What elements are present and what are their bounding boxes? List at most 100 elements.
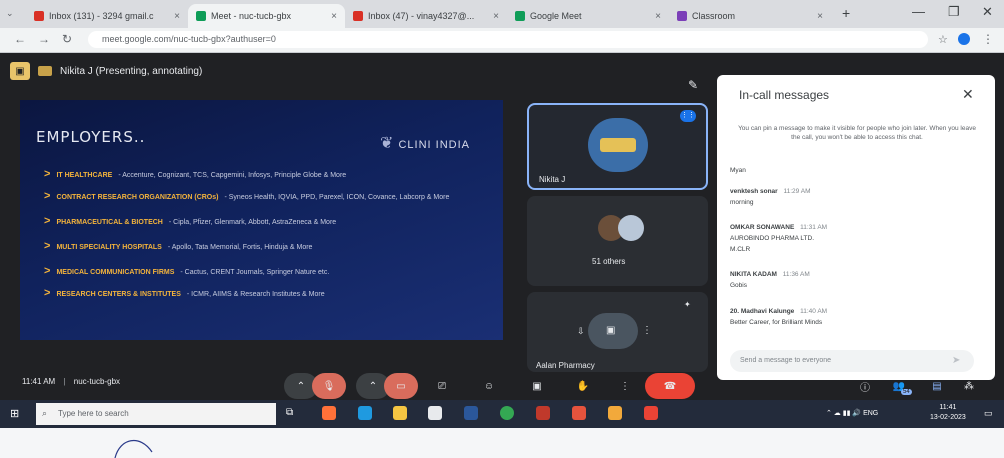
meeting-info-icon[interactable]: ⓘ (848, 373, 882, 399)
slide-bullet: > MEDICAL COMMUNICATION FIRMS - Cactus, … (44, 265, 329, 277)
close-tab-icon[interactable]: × (493, 11, 499, 22)
slide-title: EMPLOYERS.. (36, 128, 146, 146)
search-icon: ⌕ (42, 408, 48, 418)
message-sender: OMKAR SONAWANE (730, 224, 795, 231)
tab-google-meet[interactable]: Google Meet × (507, 4, 669, 28)
participant-avatar-emblem (600, 138, 636, 152)
message-sender: venktesh sonar (730, 188, 778, 195)
clini-india-logo: ❦ CLINI INDIA (380, 133, 470, 153)
chevron-right-icon: > (44, 265, 51, 277)
send-icon[interactable]: ➤ (952, 355, 960, 366)
app-icon[interactable] (608, 406, 622, 420)
url-input[interactable]: meet.google.com/nuc-tucb-gbx?authuser=0 (88, 31, 928, 48)
forward-icon[interactable]: → (38, 32, 50, 46)
taskbar-search-input[interactable]: Type here to search (36, 403, 276, 425)
pin-icon[interactable]: ⇩ (577, 326, 585, 337)
captions-icon[interactable]: ⎚ (425, 373, 459, 399)
close-tab-icon[interactable]: × (817, 11, 823, 22)
camera-off-icon[interactable]: ▭ (384, 373, 418, 399)
tab-classroom[interactable]: Classroom × (669, 4, 831, 28)
file-explorer-icon[interactable] (393, 406, 407, 420)
menu-dots-icon[interactable]: ⋮ (982, 32, 994, 46)
tab-label: Inbox (47) - vinay4327@... (368, 11, 475, 21)
clock-date: 13-02-2023 (930, 414, 966, 421)
message-text: AUROBINDO PHARMA LTD. (730, 235, 815, 242)
chat-message-input[interactable]: Send a message to everyone (730, 350, 974, 372)
close-tab-icon[interactable]: × (331, 11, 337, 22)
reload-icon[interactable]: ↻ (62, 32, 72, 46)
chrome-icon[interactable] (500, 406, 514, 420)
close-window-icon[interactable]: ✕ (982, 4, 993, 20)
bullet-text: - Cipla, Pfizer, Glenmark, Abbott, Astra… (168, 219, 337, 226)
participant-tile-others[interactable] (527, 196, 708, 286)
tab-gmail-2[interactable]: Inbox (47) - vinay4327@... × (345, 4, 507, 28)
tab-search-icon[interactable]: ⌄ (6, 8, 14, 19)
classroom-icon (677, 11, 687, 21)
tile-more-icon[interactable]: ⋮ (642, 325, 652, 336)
minimize-icon[interactable]: — (912, 4, 925, 19)
emoji-icon[interactable]: ☺ (472, 373, 506, 399)
message-time: 11:31 AM (800, 224, 828, 231)
mail-icon[interactable] (464, 406, 478, 420)
bookmark-star-icon[interactable]: ☆ (938, 33, 948, 46)
tab-gmail-1[interactable]: Inbox (131) - 3294 gmail.c × (26, 4, 188, 28)
bullet-head: CONTRACT RESEARCH ORGANIZATION (CROs) (56, 194, 219, 201)
windows-start-icon[interactable]: ⊞ (10, 407, 19, 420)
close-tab-icon[interactable]: × (655, 11, 661, 22)
message-text: Better Career, for Brilliant Minds (730, 319, 823, 326)
present-screen-icon[interactable]: ▣ (520, 373, 554, 399)
document-icon[interactable] (428, 406, 442, 420)
meeting-code: nuc-tucb-gbx (73, 377, 121, 386)
chevron-right-icon: > (44, 190, 51, 202)
message-text: Gobis (730, 282, 747, 289)
message-time: 11:40 AM (800, 308, 828, 315)
close-icon[interactable]: ✕ (962, 86, 974, 103)
activities-icon[interactable]: ⁂ (952, 373, 986, 399)
taskbar-clock[interactable]: 11:41 13-02-2023 (930, 403, 966, 423)
bullet-head: IT HEALTHCARE (56, 172, 113, 179)
leave-call-button[interactable]: ☎ (645, 373, 695, 399)
chat-info-text: You can pin a message to make it visible… (738, 125, 976, 141)
participant-name: 51 others (592, 257, 626, 266)
chat-icon[interactable]: ▤ (920, 373, 954, 399)
tab-meet-active[interactable]: Meet - nuc-tucb-gbx × (188, 4, 345, 28)
edge-icon[interactable] (358, 406, 372, 420)
message-sender: NIKITA KADAM (730, 271, 777, 278)
chat-message: NIKITA KADAM 11:36 AM Gobis (730, 271, 810, 289)
tile-pin-icon[interactable]: ✦ (684, 300, 691, 309)
app-icon[interactable] (536, 406, 550, 420)
task-view-icon[interactable]: ⧉ (286, 407, 293, 418)
close-tab-icon[interactable]: × (174, 11, 180, 22)
raise-hand-icon[interactable]: ✋ (566, 373, 600, 399)
message-text: M.CLR (730, 246, 751, 253)
bullet-text: - ICMR, AIIMS & Research Institutes & Mo… (186, 291, 325, 298)
chrome-active-icon[interactable] (644, 406, 658, 420)
meet-icon (196, 11, 206, 21)
brave-icon[interactable] (572, 406, 586, 420)
back-icon[interactable]: ← (14, 32, 26, 46)
message-sender: Myan (730, 167, 746, 174)
bullet-head: MEDICAL COMMUNICATION FIRMS (56, 269, 175, 276)
gmail-icon (34, 11, 44, 21)
bullet-text: - Apollo, Tata Memorial, Fortis, Hinduja… (167, 244, 313, 251)
profile-avatar[interactable] (958, 33, 970, 45)
annotate-pen-icon[interactable]: ✎ (688, 78, 698, 92)
people-icon[interactable]: 👥 (882, 373, 916, 399)
microphone-off-icon[interactable]: 🎙 (312, 373, 346, 399)
system-tray[interactable]: ⌃ ☁ ▮▮ 🔊 ENG (826, 409, 878, 417)
presentation-icon[interactable]: ▣ (10, 62, 30, 80)
firefox-icon[interactable] (322, 406, 336, 420)
meet-icon (515, 11, 525, 21)
participant-name: Nikita J (539, 175, 566, 184)
chevron-right-icon: > (44, 240, 51, 252)
message-time: 11:36 AM (782, 271, 810, 278)
more-options-icon[interactable]: ⋮ (608, 373, 642, 399)
meeting-time: 11:41 AM (22, 377, 56, 386)
maximize-icon[interactable]: ❐ (948, 4, 960, 20)
notifications-icon[interactable]: ▭ (984, 408, 993, 419)
bullet-head: RESEARCH CENTERS & INSTITUTES (56, 291, 181, 298)
gmail-icon (353, 11, 363, 21)
new-tab-button[interactable]: + (842, 5, 850, 21)
chat-message: 20. Madhavi Kalunge 11:40 AM Better Care… (730, 308, 827, 326)
frame-icon[interactable]: ▣ (606, 325, 615, 336)
